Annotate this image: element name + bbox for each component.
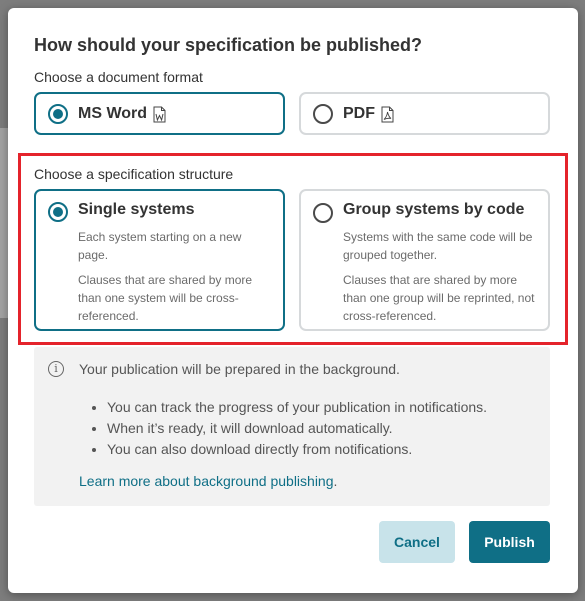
format-option-title: PDF	[343, 105, 394, 123]
radio-unselected[interactable]	[313, 104, 333, 124]
info-bullets: You can track the progress of your publi…	[90, 397, 487, 460]
format-option-label: PDF	[343, 105, 375, 122]
info-panel: i Your publication will be prepared in t…	[34, 347, 550, 506]
structure-option-description: Each system starting on a new page.	[78, 230, 242, 262]
structure-option-description: Clauses that are shared by more than one…	[78, 273, 253, 323]
structure-option-description: Clauses that are shared by more than one…	[343, 273, 535, 323]
word-document-icon	[153, 106, 166, 122]
learn-more-link[interactable]: Learn more about background publishing	[79, 473, 334, 489]
list-item: When it’s ready, it will download automa…	[107, 418, 487, 439]
format-option-pdf[interactable]: PDF	[299, 92, 550, 135]
link-suffix: .	[333, 473, 338, 489]
structure-option-single-systems[interactable]: Single systems Each system starting on a…	[34, 189, 285, 331]
structure-option-description: Systems with the same code will be group…	[343, 230, 533, 262]
learn-more-wrapper: Learn more about background publishing.	[79, 473, 337, 489]
info-icon: i	[48, 361, 64, 377]
radio-selected[interactable]	[48, 104, 68, 124]
structure-option-group-by-code[interactable]: Group systems by code Systems with the s…	[299, 189, 550, 331]
radio-selected[interactable]	[48, 202, 68, 222]
format-option-ms-word[interactable]: MS Word	[34, 92, 285, 135]
cancel-button[interactable]: Cancel	[379, 521, 455, 563]
format-label: Choose a document format	[34, 69, 203, 85]
format-option-label: MS Word	[78, 105, 148, 122]
list-item: You can also download directly from noti…	[107, 439, 487, 460]
radio-unselected[interactable]	[313, 203, 333, 223]
info-text: Your publication will be prepared in the…	[79, 361, 400, 377]
dialog-title: How should your specification be publish…	[34, 35, 423, 55]
structure-label: Choose a specification structure	[34, 166, 234, 182]
structure-option-label: Group systems by code	[343, 201, 525, 218]
publish-button[interactable]: Publish	[469, 521, 550, 563]
list-item: You can track the progress of your publi…	[107, 397, 487, 418]
pdf-document-icon	[381, 106, 394, 122]
publish-dialog: How should your specification be publish…	[8, 8, 578, 593]
format-option-title: MS Word	[78, 105, 166, 123]
structure-option-label: Single systems	[78, 201, 195, 218]
